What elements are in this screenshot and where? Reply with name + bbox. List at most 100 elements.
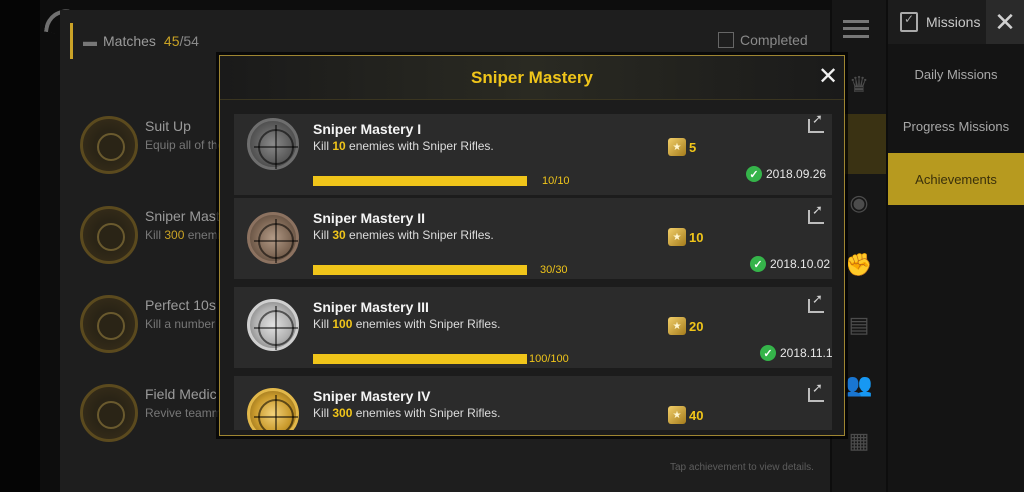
desc-text: enemies with Sniper Rifles. bbox=[352, 317, 501, 331]
progress-text: 30/30 bbox=[540, 264, 568, 276]
crown-icon[interactable]: ♛ bbox=[844, 72, 874, 98]
sniper-medal-icon bbox=[247, 212, 299, 264]
check-icon: ✓ bbox=[760, 345, 776, 361]
progress-text: 10/10 bbox=[542, 175, 570, 187]
achievement-title: Sniper Mastery IV bbox=[313, 388, 431, 404]
achievement-desc: Kill 30 enemies with Sniper Rifles. bbox=[313, 228, 494, 242]
item-desc: Kill 300 enemi bbox=[145, 228, 220, 242]
progress-current: 100 bbox=[529, 353, 548, 365]
completed-date: 2018.11.11 bbox=[780, 346, 832, 360]
reward-amount: 40 bbox=[689, 407, 704, 423]
completion-status: ✓ 2018.10.02 bbox=[750, 256, 830, 272]
progress-text: 100/100 bbox=[529, 353, 569, 365]
reward: ★ 10 bbox=[668, 228, 703, 246]
desc-count: 10 bbox=[332, 139, 346, 153]
desc-text: enemi bbox=[184, 228, 221, 242]
progress-bar bbox=[313, 176, 527, 186]
achievement-title: Sniper Mastery III bbox=[313, 299, 429, 315]
item-title: Perfect 10s bbox=[145, 297, 216, 313]
progress-bar bbox=[313, 265, 527, 275]
completed-date: 2018.09.26 bbox=[766, 167, 827, 181]
reward: ★ 20 bbox=[668, 317, 703, 335]
item-desc: Revive teamm bbox=[145, 406, 222, 420]
achievement-desc: Kill 100 enemies with Sniper Rifles. bbox=[313, 317, 500, 331]
reward: ★ 5 bbox=[668, 138, 696, 156]
close-icon[interactable]: ✕ bbox=[817, 65, 839, 89]
completion-status: ✓ 2018.11.11 bbox=[760, 345, 832, 361]
list-item[interactable]: Field Medic IV Revive teamm bbox=[70, 376, 234, 456]
item-title: Suit Up bbox=[145, 118, 191, 134]
achievement-list[interactable]: Sniper Mastery I Kill 10 enemies with Sn… bbox=[234, 114, 832, 430]
matches-done: 45 bbox=[163, 33, 180, 49]
medal-icon bbox=[80, 206, 138, 264]
check-icon: ✓ bbox=[746, 166, 762, 182]
achievement-desc: Kill 10 enemies with Sniper Rifles. bbox=[313, 139, 494, 153]
desc-text: enemies with Sniper Rifles. bbox=[352, 406, 501, 420]
medal-icon bbox=[80, 384, 138, 442]
progress-current: 10 bbox=[542, 175, 555, 187]
grid-icon[interactable]: ▦ bbox=[844, 428, 874, 454]
friends-icon[interactable]: 👥 bbox=[844, 372, 874, 398]
achievement-desc: Kill 300 enemies with Sniper Rifles. bbox=[313, 406, 500, 420]
list-item[interactable]: Sniper Maste Kill 300 enemi bbox=[70, 198, 230, 278]
item-desc: Equip all of the bbox=[145, 138, 225, 152]
left-edge bbox=[0, 0, 40, 492]
matches-total: /54 bbox=[179, 33, 199, 49]
progress-total: 10 bbox=[557, 175, 570, 187]
share-icon[interactable] bbox=[808, 114, 824, 133]
achievement-row[interactable]: Sniper Mastery IV Kill 300 enemies with … bbox=[234, 376, 832, 430]
completed-date: 2018.10.02 bbox=[770, 257, 831, 271]
tab-achievements[interactable]: Achievements bbox=[888, 153, 1024, 205]
achievement-row[interactable]: Sniper Mastery I Kill 10 enemies with Sn… bbox=[234, 114, 832, 195]
desc-text: Kill bbox=[313, 139, 333, 153]
tab-daily-missions[interactable]: Daily Missions bbox=[888, 48, 1024, 100]
desc-text: Kill bbox=[145, 228, 165, 242]
reward-amount: 5 bbox=[689, 139, 697, 155]
modal-title: Sniper Mastery bbox=[471, 68, 593, 87]
achievement-row[interactable]: Sniper Mastery III Kill 100 enemies with… bbox=[234, 287, 832, 368]
check-icon: ✓ bbox=[750, 256, 766, 272]
sniper-medal-icon bbox=[247, 299, 299, 351]
progress-fill bbox=[313, 176, 527, 186]
achievement-detail-modal: Sniper Mastery ✕ Sniper Mastery I Kill 1… bbox=[219, 55, 845, 436]
accent-bar bbox=[70, 23, 73, 59]
completed-filter[interactable]: Completed bbox=[718, 32, 808, 48]
completion-status: ✓ 2018.09.26 bbox=[746, 166, 826, 182]
footer-hint: Tap achievement to view details. bbox=[670, 462, 814, 473]
desc-text: Kill bbox=[313, 317, 333, 331]
reward-crate-icon: ★ bbox=[668, 406, 686, 424]
share-icon[interactable] bbox=[808, 291, 824, 313]
progress-fill bbox=[313, 354, 527, 364]
item-desc: Kill a number o bbox=[145, 317, 226, 331]
ticket-icon[interactable]: ▤ bbox=[844, 312, 874, 338]
menu-icon[interactable] bbox=[843, 20, 869, 38]
muscle-icon[interactable]: ✊ bbox=[844, 252, 874, 278]
missions-label: Missions bbox=[926, 14, 981, 30]
reward: ★ 40 bbox=[668, 406, 703, 424]
desc-count: 30 bbox=[332, 228, 346, 242]
desc-count: 100 bbox=[332, 317, 353, 331]
share-icon[interactable] bbox=[808, 380, 824, 402]
desc-count: 300 bbox=[164, 228, 185, 242]
reward-crate-icon: ★ bbox=[668, 317, 686, 335]
desc-text: enemies with Sniper Rifles. bbox=[345, 139, 494, 153]
clipboard-icon bbox=[900, 12, 918, 32]
progress-total: 30 bbox=[555, 264, 568, 276]
modal-header: Sniper Mastery ✕ bbox=[220, 56, 844, 100]
tab-progress-missions[interactable]: Progress Missions bbox=[888, 100, 1024, 152]
achievement-title: Sniper Mastery I bbox=[313, 121, 422, 137]
desc-text: Kill bbox=[313, 406, 333, 420]
list-item[interactable]: Perfect 10s Kill a number o bbox=[70, 287, 230, 367]
list-item[interactable]: Suit Up Equip all of the bbox=[70, 108, 230, 188]
achievement-row[interactable]: Sniper Mastery II Kill 30 enemies with S… bbox=[234, 198, 832, 279]
desc-text: enemies with Sniper Rifles. bbox=[345, 228, 494, 242]
completed-checkbox[interactable] bbox=[718, 32, 734, 48]
medal-icon bbox=[80, 116, 138, 174]
reward-crate-icon: ★ bbox=[668, 138, 686, 156]
close-icon[interactable]: ✕ bbox=[986, 0, 1024, 44]
desc-text: Kill bbox=[313, 228, 333, 242]
medal-category-icon[interactable]: ◉ bbox=[844, 190, 874, 216]
completed-label: Completed bbox=[740, 32, 808, 48]
share-icon[interactable] bbox=[808, 202, 824, 224]
progress-fill bbox=[313, 265, 527, 275]
